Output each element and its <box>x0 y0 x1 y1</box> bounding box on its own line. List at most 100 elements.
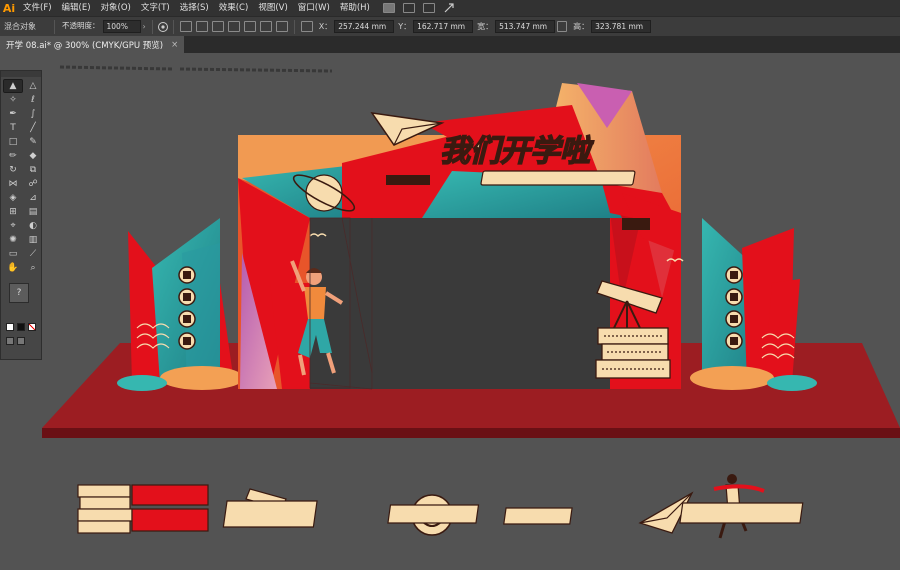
app-logo: Ai <box>2 1 16 15</box>
bridge-icon[interactable] <box>382 3 395 13</box>
menu-file[interactable]: 文件(F) <box>18 0 57 16</box>
pencil-tool-icon[interactable]: ✏ <box>4 150 22 162</box>
element-plane-slogan[interactable] <box>503 491 694 534</box>
left-side-banner[interactable] <box>117 218 244 391</box>
divider <box>151 19 153 34</box>
opacity-input[interactable]: 100% <box>102 20 141 33</box>
hand-tool-icon[interactable]: ✋ <box>4 262 22 274</box>
artboard-canvas[interactable]: 我们开学啦 <box>42 53 900 570</box>
headline-text: 我们开学啦 <box>440 134 594 169</box>
rectangle-tool-icon[interactable]: □ <box>4 136 22 148</box>
shape-builder-tool-icon[interactable]: ◈ <box>4 192 22 204</box>
selection-type-label: 混合对象 <box>4 22 36 31</box>
menu-help[interactable]: 帮助(H) <box>335 0 375 16</box>
menu-effect[interactable]: 效果(C) <box>214 0 254 16</box>
small-side-tag <box>622 218 650 230</box>
document-tab-title: 开学 08.ai* @ 300% (CMYK/GPU 预览) <box>6 40 164 51</box>
divider <box>54 19 55 34</box>
eraser-tool-icon[interactable]: ◆ <box>24 150 42 162</box>
fill-stroke-widget: ? <box>5 283 37 317</box>
align-center-icon[interactable] <box>211 21 224 32</box>
headline-subtitle-bar <box>480 170 636 186</box>
divider <box>172 19 174 34</box>
align-bottom-icon[interactable] <box>275 21 288 32</box>
align-top-icon[interactable] <box>243 21 256 32</box>
width-input[interactable]: 513.747 mm <box>495 20 556 33</box>
document-tab[interactable]: 开学 08.ai* @ 300% (CMYK/GPU 预览) × <box>0 36 185 53</box>
menu-window[interactable]: 窗口(W) <box>293 0 335 16</box>
align-to-icon[interactable] <box>179 21 192 32</box>
magic-wand-tool-icon[interactable]: ✧ <box>4 94 22 106</box>
menu-object[interactable]: 对象(O) <box>96 0 136 16</box>
recolor-artwork-icon[interactable] <box>157 21 169 33</box>
tool-grid: ▲ △ ✧ ℓ ✒ ∫ T ╱ □ ✎ ✏ ◆ ↻ ⧉ ⋈ ☍ ◈ ⊿ ⊞ ▤ … <box>1 77 41 277</box>
stock-icon[interactable] <box>402 3 415 13</box>
none-swatch-icon[interactable] <box>28 323 36 331</box>
menu-edit[interactable]: 编辑(E) <box>57 0 96 16</box>
w-label: 宽： <box>477 22 494 31</box>
guide-text <box>59 65 333 73</box>
gradient-tool-icon[interactable]: ▤ <box>24 206 42 218</box>
bottom-elements-row[interactable] <box>77 474 804 539</box>
element-telescope-slogan[interactable] <box>222 488 318 528</box>
slice-tool-icon[interactable]: ⟋ <box>24 248 42 260</box>
lasso-tool-icon[interactable]: ℓ <box>24 94 42 106</box>
warp-tool-icon[interactable]: ☍ <box>24 178 42 190</box>
blend-tool-icon[interactable]: ◐ <box>24 220 42 232</box>
fill-swatch-icon[interactable] <box>6 323 14 331</box>
zoom-tool-icon[interactable]: ⌕ <box>24 262 42 274</box>
menu-select[interactable]: 选择(S) <box>175 0 214 16</box>
y-input[interactable]: 162.717 mm <box>413 20 474 33</box>
close-icon[interactable]: × <box>171 40 178 50</box>
perspective-tool-icon[interactable]: ⊿ <box>24 192 42 204</box>
gpu-rocket-icon[interactable] <box>443 2 455 14</box>
control-bar: 混合对象 不透明度： 100% › X： 257.244 mm Y： 162.7… <box>0 16 900 36</box>
menu-view[interactable]: 视图(V) <box>253 0 292 16</box>
stroke-swatch-icon[interactable] <box>17 323 25 331</box>
element-runner-slogan[interactable] <box>679 474 804 539</box>
rotate-tool-icon[interactable]: ↻ <box>4 164 22 176</box>
element-books-slogan[interactable] <box>77 484 209 534</box>
reference-point-icon[interactable] <box>300 21 313 32</box>
arrange-documents-icon[interactable] <box>422 3 435 13</box>
x-label: X： <box>318 22 333 31</box>
eyedropper-tool-icon[interactable]: ⌖ <box>4 220 22 232</box>
y-label: Y： <box>398 22 412 31</box>
align-middle-icon[interactable] <box>259 21 272 32</box>
opacity-label: 不透明度： <box>62 21 100 30</box>
draw-mode-row <box>1 337 41 345</box>
align-left-icon[interactable] <box>195 21 208 32</box>
menu-type[interactable]: 文字(T) <box>136 0 175 16</box>
question-icon[interactable]: ? <box>9 283 29 303</box>
symbol-sprayer-tool-icon[interactable]: ✺ <box>4 234 22 246</box>
type-tool-icon[interactable]: T <box>4 122 22 134</box>
menu-bar-icons <box>382 2 455 14</box>
paintbrush-tool-icon[interactable]: ✎ <box>24 136 42 148</box>
constrain-proportions-icon[interactable] <box>557 21 568 32</box>
pen-tool-icon[interactable]: ✒ <box>4 108 22 120</box>
document-tab-bar: 开学 08.ai* @ 300% (CMYK/GPU 预览) × <box>0 36 900 53</box>
screen-mode-icon[interactable] <box>17 337 25 345</box>
height-input[interactable]: 323.781 mm <box>591 20 652 33</box>
small-tag-bar <box>386 175 430 185</box>
selection-tool-icon[interactable]: ▲ <box>3 79 23 93</box>
draw-normal-icon[interactable] <box>6 337 14 345</box>
mesh-tool-icon[interactable]: ⊞ <box>4 206 22 218</box>
direct-selection-tool-icon[interactable]: △ <box>24 80 42 92</box>
tools-panel: ▲ △ ✧ ℓ ✒ ∫ T ╱ □ ✎ ✏ ◆ ↻ ⧉ ⋈ ☍ ◈ ⊿ ⊞ ▤ … <box>0 70 42 360</box>
main-menu: 文件(F) 编辑(E) 对象(O) 文字(T) 选择(S) 效果(C) 视图(V… <box>18 0 375 16</box>
line-tool-icon[interactable]: ╱ <box>24 122 42 134</box>
color-mode-row <box>1 323 41 331</box>
column-graph-tool-icon[interactable]: ▥ <box>24 234 42 246</box>
artwork-svg: 我们开学啦 <box>42 65 900 539</box>
h-label: 高： <box>573 22 590 31</box>
x-input[interactable]: 257.244 mm <box>334 20 395 33</box>
curvature-tool-icon[interactable]: ∫ <box>24 108 42 120</box>
scale-tool-icon[interactable]: ⧉ <box>24 164 42 176</box>
chevron-right-icon[interactable]: › <box>143 22 146 31</box>
align-right-icon[interactable] <box>227 21 240 32</box>
element-smiley-slogan[interactable] <box>387 494 480 536</box>
artboard-tool-icon[interactable]: ▭ <box>4 248 22 260</box>
width-tool-icon[interactable]: ⋈ <box>4 178 22 190</box>
divider <box>293 19 295 34</box>
